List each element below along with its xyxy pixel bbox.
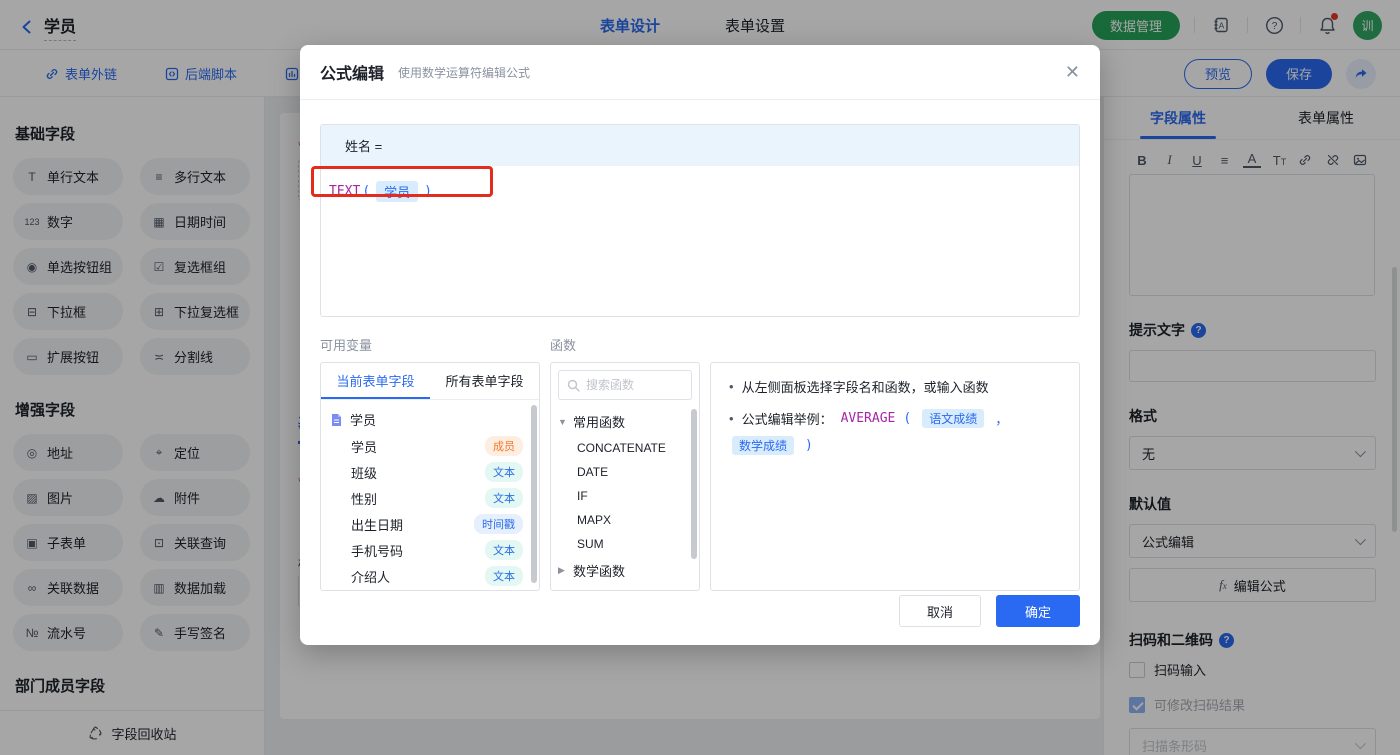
variable-row[interactable]: 介绍人 文本 xyxy=(321,563,539,589)
variables-label: 可用变量 xyxy=(320,338,373,353)
close-icon[interactable]: ✕ xyxy=(1065,63,1080,81)
type-badge: 文本 xyxy=(485,566,523,586)
formula-function-name: TEXT xyxy=(329,184,361,199)
functions-panel: ▼ 常用函数 CONCATENATE DATE IF MAPX SUM ▶ 数学函数… xyxy=(550,362,700,591)
formula-help-panel: • 从左侧面板选择字段名和函数，或输入函数 • 公式编辑举例： AVERAGE ( 语… xyxy=(710,362,1080,591)
bullet-icon: • xyxy=(729,411,734,426)
chevron-expanded-icon: ▼ xyxy=(558,416,567,427)
variable-row[interactable]: 出生日期 时间戳 xyxy=(321,511,539,537)
type-badge: 文本 xyxy=(485,540,523,560)
variable-row[interactable]: 手机号码 文本 xyxy=(321,537,539,563)
example-field-pill: 语文成绩 xyxy=(922,409,985,428)
formula-field-pill[interactable]: 学员 xyxy=(376,181,419,202)
formula-editor[interactable]: 姓名 = TEXT( 学员) xyxy=(311,124,1080,317)
help-line-1: 从左侧面板选择字段名和函数，或输入函数 xyxy=(741,380,989,395)
formula-target: 姓名 = xyxy=(321,125,1079,166)
confirm-button[interactable]: 确定 xyxy=(996,595,1080,627)
variable-name: 班级 xyxy=(351,465,378,481)
variable-name: 学员 xyxy=(351,439,378,455)
formula-edit-modal: 公式编辑 使用数学运算符编辑公式 ✕ 姓名 = TEXT(学员) 可用变量 函数… xyxy=(300,45,1100,645)
example-function: AVERAGE xyxy=(840,411,896,426)
function-item-sum[interactable]: SUM xyxy=(551,532,699,556)
cancel-button[interactable]: 取消 xyxy=(899,595,981,627)
bullet-icon: • xyxy=(729,379,734,394)
type-badge: 时间戳 xyxy=(474,514,523,534)
variable-row[interactable]: 班级 文本 xyxy=(321,459,539,485)
variables-root-node[interactable]: 学员 xyxy=(321,400,539,433)
function-item-if[interactable]: IF xyxy=(551,484,699,508)
type-badge: 文本 xyxy=(485,462,523,482)
function-item-mapx[interactable]: MAPX xyxy=(551,508,699,532)
variable-name: 性别 xyxy=(351,491,378,507)
variable-row[interactable]: 性别 文本 xyxy=(321,485,539,511)
variable-name: 出生日期 xyxy=(351,517,404,533)
function-item-date[interactable]: DATE xyxy=(551,460,699,484)
group-label: 文本函数 xyxy=(573,590,625,591)
group-label: 常用函数 xyxy=(573,415,626,430)
variables-panel: 当前表单字段 所有表单字段 学员 学员 成员 班级 文本 性别 文本 出生日期 时间戳 … xyxy=(320,362,540,591)
variables-scrollbar[interactable] xyxy=(531,405,537,583)
functions-label: 函数 xyxy=(550,338,577,353)
function-item-concatenate[interactable]: CONCATENATE xyxy=(551,436,699,460)
example-paren: ) xyxy=(805,438,813,453)
type-badge: 文本 xyxy=(485,488,523,508)
formula-open-paren: ( xyxy=(362,184,371,199)
function-group-common[interactable]: ▼ 常用函数 xyxy=(551,407,699,436)
variable-name: 手机号码 xyxy=(351,543,404,559)
function-search-input[interactable] xyxy=(586,378,678,392)
variable-row[interactable]: 学员 成员 xyxy=(321,433,539,459)
help-line-2-prefix: 公式编辑举例： xyxy=(741,412,833,427)
tab-all-form-fields[interactable]: 所有表单字段 xyxy=(430,363,539,399)
root-label: 学员 xyxy=(350,413,377,428)
variable-name: 介绍人 xyxy=(351,569,391,585)
function-search-box[interactable] xyxy=(558,370,692,400)
example-paren: ( xyxy=(903,411,912,426)
type-badge: 成员 xyxy=(485,436,523,456)
modal-title: 公式编辑 xyxy=(320,66,385,83)
tab-current-form-fields[interactable]: 当前表单字段 xyxy=(321,363,430,399)
form-doc-icon xyxy=(332,413,341,426)
example-field-pill: 数学成绩 xyxy=(732,436,795,455)
modal-subtitle: 使用数学运算符编辑公式 xyxy=(398,65,531,80)
function-group-text[interactable]: ▶文本函数 xyxy=(551,585,699,591)
function-group-math[interactable]: ▶ 数学函数 xyxy=(551,556,699,585)
functions-scrollbar[interactable] xyxy=(691,409,697,559)
example-comma: ， xyxy=(995,412,1009,427)
group-label: 数学函数 xyxy=(573,564,626,579)
chevron-collapsed-icon: ▶ xyxy=(558,565,565,575)
formula-close-paren: ) xyxy=(424,184,432,199)
search-icon xyxy=(567,379,580,392)
